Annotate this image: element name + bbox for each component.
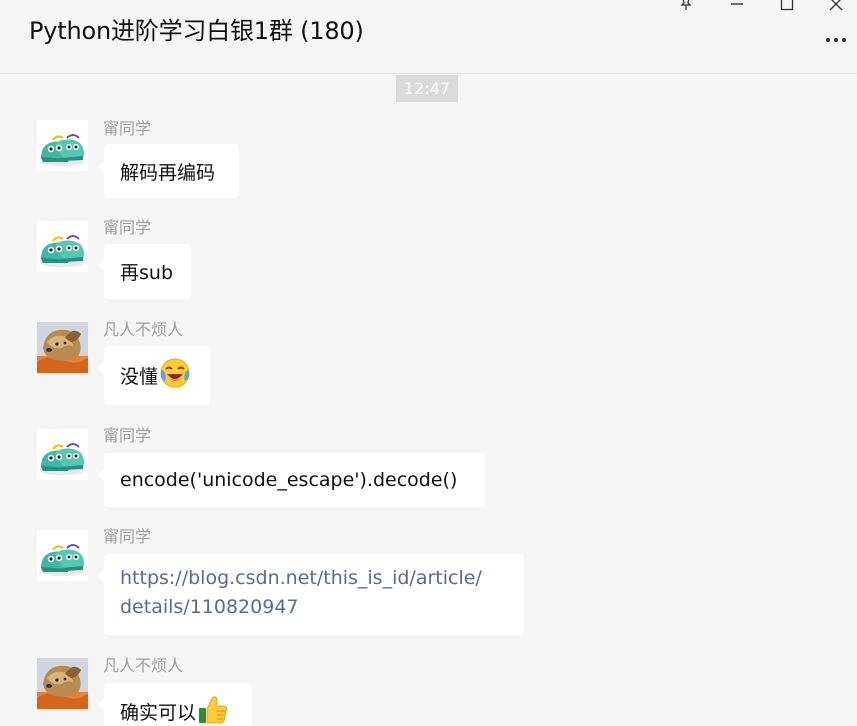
chat-title: Python进阶学习白银1群 (180) <box>29 17 364 45</box>
shoes-avatar-icon[interactable] <box>37 120 88 171</box>
sender-name: 甯同学 <box>103 426 152 445</box>
dog-avatar-icon[interactable] <box>37 658 88 709</box>
message-bubble[interactable]: 没懂 <box>98 346 210 405</box>
shoes-avatar-icon[interactable] <box>37 429 88 480</box>
shoes-avatar-icon[interactable] <box>37 530 88 581</box>
message-link-line[interactable]: details/110820947 <box>120 593 299 622</box>
chat-header: Python进阶学习白银1群 (180) <box>0 0 857 74</box>
sender-name: 凡人不烦人 <box>103 656 184 675</box>
message-text: encode('unicode_escape').decode() <box>120 469 458 491</box>
message-text: 再sub <box>120 262 174 284</box>
message-bubble[interactable]: 再sub <box>98 244 191 299</box>
message-text: 没懂 <box>120 366 159 388</box>
message-text: 确实可以 <box>120 701 197 724</box>
message-bubble[interactable]: 确实可以 <box>98 683 252 726</box>
dog-avatar-icon[interactable] <box>37 322 88 373</box>
message-timestamp: 12:47 <box>396 75 458 102</box>
more-options-icon[interactable] <box>822 30 850 50</box>
message-text: 解码再编码 <box>120 161 216 184</box>
minimize-icon[interactable] <box>727 0 747 14</box>
crying-laughing-emoji-icon <box>159 357 191 394</box>
message-bubble[interactable]: encode('unicode_escape').decode() <box>98 453 485 507</box>
sender-name: 甯同学 <box>103 218 152 237</box>
sender-name: 凡人不烦人 <box>103 320 184 339</box>
sender-name: 甯同学 <box>103 119 152 138</box>
message-link-line[interactable]: https://blog.csdn.net/this_is_id/article… <box>120 564 482 593</box>
pin-icon[interactable] <box>676 0 696 14</box>
shoes-avatar-icon[interactable] <box>37 221 88 272</box>
thumbs-up-emoji-icon <box>197 693 229 726</box>
sender-name: 甯同学 <box>103 527 152 546</box>
chat-window: Python进阶学习白银1群 (180) 12:47 甯同学 解码再编码 甯同学… <box>0 0 857 726</box>
message-bubble[interactable]: 解码再编码 <box>98 144 239 198</box>
link-message-bubble[interactable]: https://blog.csdn.net/this_is_id/article… <box>98 554 524 635</box>
close-icon[interactable] <box>826 0 846 14</box>
maximize-icon[interactable] <box>777 0 797 14</box>
